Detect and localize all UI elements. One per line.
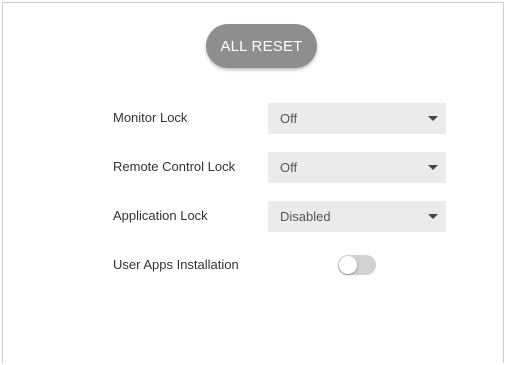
application-lock-value: Disabled (280, 209, 331, 224)
caret-down-icon (428, 214, 438, 219)
application-lock-select[interactable]: Disabled (268, 201, 446, 232)
application-lock-label: Application Lock (113, 208, 208, 223)
settings-panel: ALL RESET Monitor Lock Off Remote Contro… (2, 2, 504, 363)
all-reset-button[interactable]: ALL RESET (206, 24, 317, 68)
monitor-lock-select[interactable]: Off (268, 103, 446, 134)
monitor-lock-value: Off (280, 111, 298, 126)
user-apps-installation-label: User Apps Installation (113, 257, 239, 272)
caret-down-icon (428, 165, 438, 170)
toggle-knob (339, 256, 357, 274)
user-apps-installation-toggle[interactable] (338, 255, 376, 275)
remote-control-lock-select[interactable]: Off (268, 152, 446, 183)
remote-control-lock-label: Remote Control Lock (113, 159, 236, 174)
caret-down-icon (428, 116, 438, 121)
remote-control-lock-value: Off (280, 160, 298, 175)
monitor-lock-label: Monitor Lock (113, 110, 188, 125)
